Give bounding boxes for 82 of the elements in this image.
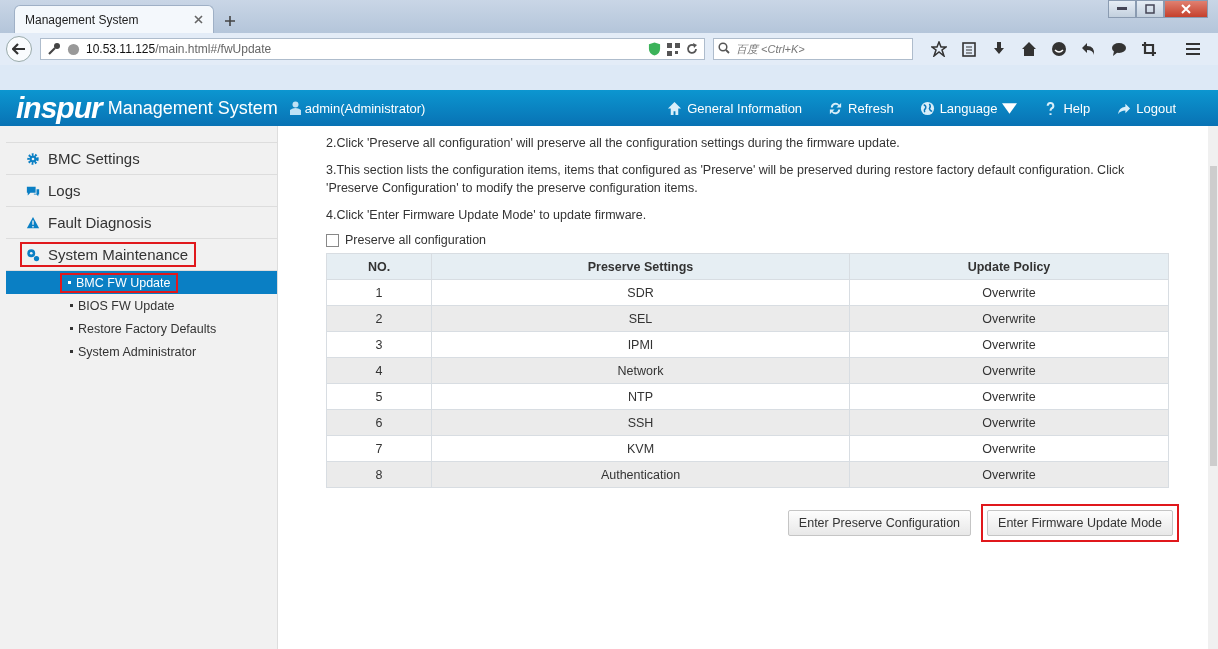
crop-icon[interactable] [1141, 41, 1157, 57]
column-header: Preserve Settings [431, 253, 850, 280]
sidebar-item[interactable]: Logs [6, 180, 87, 201]
table-cell: SDR [431, 279, 850, 306]
nav-link[interactable]: Refresh [828, 100, 894, 116]
instruction-text: 2.Click 'Preserve all configuration' will preserve all the configuration settings during the firmware update. [326, 135, 901, 152]
sidebar-item[interactable]: BMC Settings [6, 148, 146, 169]
address-bar[interactable]: 10.53.11.125/main.html#/fwUpdate [40, 38, 705, 60]
table-cell: Overwrite [849, 409, 1169, 436]
table-cell: Overwrite [849, 305, 1169, 332]
sidebar-subitem[interactable]: Restore Factory Defaults [64, 320, 223, 337]
menu-icon[interactable] [1185, 41, 1201, 57]
instruction-text: 3.This section lists the configuration items, items that configured as 'Preserve' will be preserved during restore factory default configuration. Click 'Preserve Configuration' to modify the preserve configuration items. [326, 162, 1126, 197]
undo-icon[interactable] [1081, 41, 1097, 57]
nav-link[interactable]: General Information [667, 100, 803, 116]
bullet-icon [70, 327, 73, 330]
table-cell: 6 [326, 409, 432, 436]
back-button[interactable] [6, 36, 32, 62]
key-icon [47, 42, 61, 56]
bullet-icon [68, 281, 71, 284]
table-cell: 1 [326, 279, 432, 306]
clipboard-icon[interactable] [961, 41, 977, 57]
table-cell: SSH [431, 409, 850, 436]
table-cell: IPMI [431, 331, 850, 358]
sidebar-subitem[interactable]: BIOS FW Update [64, 297, 181, 314]
sidebar-item[interactable]: System Maintenance [22, 244, 195, 265]
shield-icon [648, 42, 661, 56]
table-cell: Overwrite [849, 383, 1169, 410]
chat-icon[interactable] [1111, 41, 1127, 57]
refresh-icon [828, 100, 844, 116]
app-title: Management System [107, 97, 278, 119]
action-button[interactable]: Enter Firmware Update Mode [987, 510, 1173, 536]
sidebar-item[interactable]: Fault Diagnosis [6, 212, 158, 233]
gear-icon [26, 151, 40, 166]
column-header: Update Policy [849, 253, 1169, 280]
table-cell: Network [431, 357, 850, 384]
table-cell: 2 [326, 305, 432, 332]
nav-link[interactable]: Language [919, 100, 1018, 116]
brand-logo: inspur [16, 91, 102, 125]
browser-tab[interactable]: Management System [14, 5, 214, 33]
close-icon[interactable] [1164, 0, 1208, 18]
table-cell: 5 [326, 383, 432, 410]
table-cell: Overwrite [849, 279, 1169, 306]
table-cell: 3 [326, 331, 432, 358]
scrollbar[interactable] [1208, 126, 1218, 649]
instruction-text: 4.Click 'Enter Firmware Update Mode' to update firmware. [326, 207, 648, 224]
nav-link[interactable]: Help [1043, 100, 1091, 116]
action-button[interactable]: Enter Preserve Configuration [787, 510, 972, 536]
table-cell: Overwrite [849, 435, 1169, 462]
table-cell: 7 [326, 435, 432, 462]
nav-link[interactable]: Logout [1116, 100, 1176, 116]
qr-code-icon[interactable] [667, 42, 680, 56]
back-arrow-icon [12, 43, 26, 55]
gears-icon [26, 247, 40, 262]
user-name: admin(Administrator) [304, 100, 426, 116]
smiley-icon[interactable] [1051, 41, 1067, 57]
column-header: NO. [326, 253, 432, 280]
table-cell: KVM [431, 435, 850, 462]
home-icon [667, 100, 683, 116]
table-cell: 4 [326, 357, 432, 384]
checkbox[interactable] [326, 233, 339, 247]
user-icon [289, 101, 301, 115]
table-cell: SEL [431, 305, 850, 332]
search-field[interactable]: 百度 <Ctrl+K> [713, 38, 913, 60]
reload-icon[interactable] [686, 43, 698, 55]
close-icon[interactable] [194, 15, 203, 24]
bullet-icon [70, 304, 73, 307]
new-tab-icon[interactable] [224, 15, 236, 27]
restore-icon[interactable] [1136, 0, 1164, 18]
minimize-icon[interactable] [1108, 0, 1136, 18]
star-icon[interactable] [931, 41, 947, 57]
table-cell: NTP [431, 383, 850, 410]
bullet-icon [70, 350, 73, 353]
table-cell: Authentication [431, 461, 850, 488]
table-cell: Overwrite [849, 357, 1169, 384]
warning-icon [26, 215, 40, 230]
table-cell: Overwrite [849, 461, 1169, 488]
table-cell: Overwrite [849, 331, 1169, 358]
checkbox-label: Preserve all configuration [345, 233, 487, 247]
table-cell: 8 [326, 461, 432, 488]
home-icon[interactable] [1021, 41, 1037, 57]
sidebar-subitem[interactable]: System Administrator [64, 343, 203, 360]
